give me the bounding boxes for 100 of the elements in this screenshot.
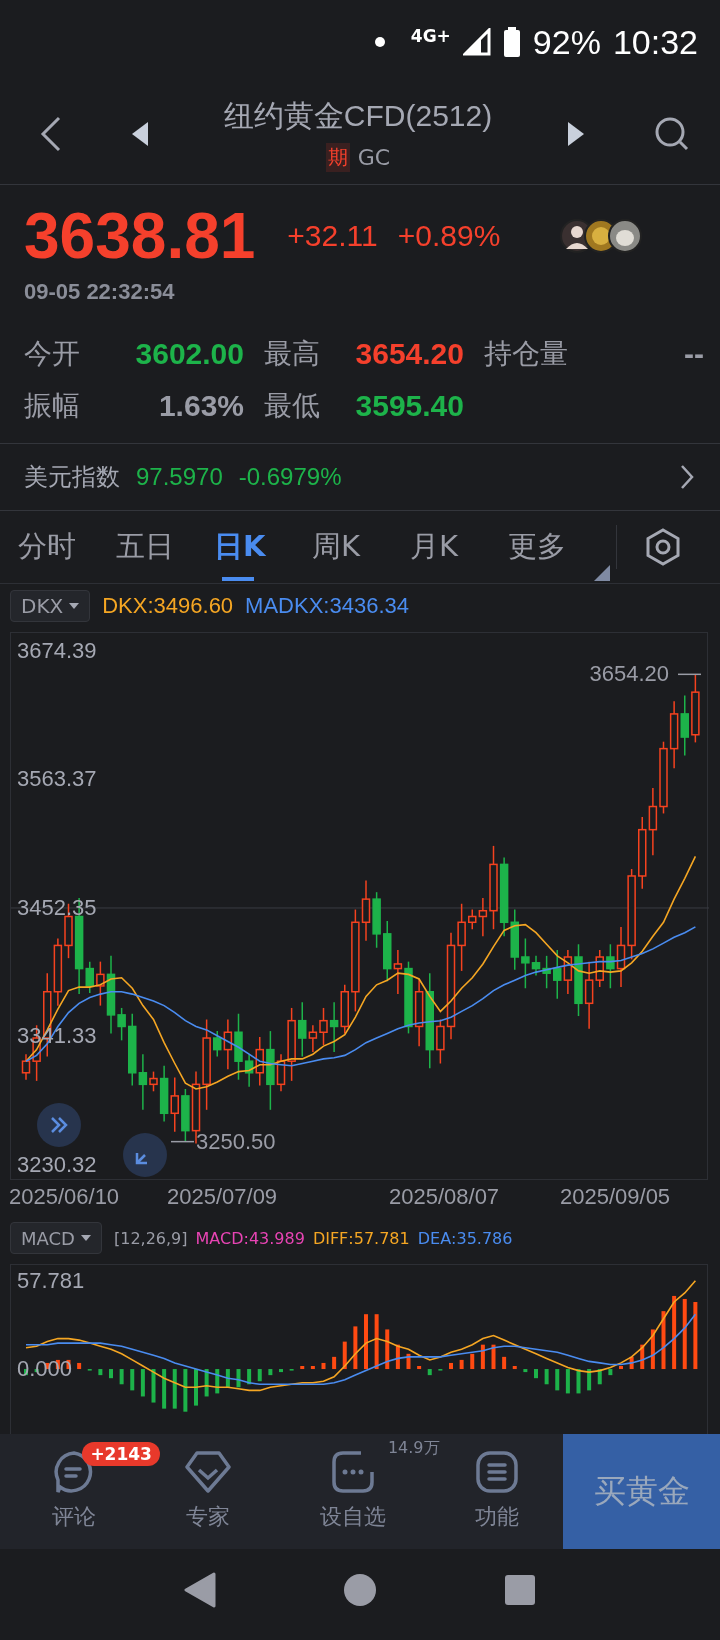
toolbar-button[interactable]: 设自选	[319, 1434, 386, 1549]
battery-percent: 92%	[532, 22, 601, 62]
candlestick	[531, 955, 541, 977]
toolbar-button[interactable]: 专家	[185, 1434, 232, 1549]
bar	[523, 1369, 528, 1373]
candlestick	[648, 787, 658, 856]
candlestick	[96, 960, 105, 1007]
expand-button[interactable]	[123, 1133, 167, 1177]
chart-tab[interactable]: 周K	[312, 511, 410, 583]
stat-value: 3595.40	[355, 389, 464, 423]
bar	[353, 1326, 358, 1370]
bar	[109, 1369, 113, 1379]
bar	[364, 1314, 368, 1370]
next-icon[interactable]	[568, 122, 584, 146]
chart-tab[interactable]: 分时	[18, 511, 116, 583]
bar	[565, 1369, 570, 1394]
candlestick	[457, 903, 466, 972]
bar	[257, 1369, 262, 1382]
bar	[449, 1362, 453, 1370]
candlestick	[244, 1053, 254, 1088]
bar	[576, 1369, 581, 1394]
bar	[300, 1366, 305, 1370]
axis-label: 57.781	[17, 1268, 85, 1294]
bar	[342, 1341, 347, 1370]
candlestick	[213, 1030, 222, 1058]
candlestick	[85, 960, 94, 994]
bar	[417, 1366, 422, 1370]
bar	[385, 1329, 390, 1370]
diamond-icon	[185, 1450, 232, 1494]
legend-value: :3496.60	[147, 593, 234, 619]
stat-value: 3654.20	[355, 337, 464, 371]
bar	[98, 1369, 103, 1376]
legend-value: :3436.34	[323, 593, 409, 619]
instrument-code: GC	[357, 145, 391, 170]
candlestick	[680, 694, 689, 757]
bar	[194, 1369, 198, 1406]
notification-dot	[374, 37, 385, 47]
caret-icon	[69, 603, 80, 609]
candlestick	[138, 1053, 148, 1111]
bar	[130, 1369, 135, 1391]
legend-name: DIFF	[312, 1228, 349, 1248]
chart-tab[interactable]: 月K	[410, 511, 508, 583]
search-icon[interactable]	[654, 116, 690, 152]
price-change: +32.11	[287, 219, 378, 253]
fast-forward-button[interactable]	[37, 1103, 81, 1147]
leader-line	[170, 1140, 195, 1143]
bar	[544, 1369, 549, 1385]
instrument-title: 纽约黄金CFD(2512)	[223, 98, 493, 134]
bar	[470, 1353, 475, 1370]
candlestick	[436, 1018, 445, 1065]
settings-icon[interactable]	[645, 528, 681, 566]
date-label: 2025/08/07	[389, 1184, 500, 1210]
bar	[151, 1369, 156, 1403]
stat-label: 最低	[264, 388, 320, 424]
recents-nav-icon[interactable]	[504, 1573, 537, 1606]
avatars-drawing[interactable]	[560, 219, 642, 253]
candlestick	[553, 949, 562, 1000]
stat-label: 今开	[24, 336, 80, 372]
home-nav-icon[interactable]	[343, 1572, 377, 1607]
menu-icon	[474, 1450, 519, 1494]
indicator-params: [12,26,9]	[113, 1228, 188, 1248]
indicator-dropdown[interactable]: DKX	[10, 590, 91, 622]
toolbar-button[interactable]: 功能	[474, 1434, 519, 1549]
legend-value: :57.781	[348, 1228, 410, 1248]
candlestick	[329, 1001, 339, 1053]
candlestick	[361, 879, 371, 942]
bar	[534, 1369, 538, 1379]
date-label: 2025/07/09	[167, 1184, 278, 1210]
bar	[183, 1369, 188, 1412]
candlestick	[21, 1053, 31, 1081]
bar	[332, 1356, 337, 1370]
quote-time: 09-05 22:32:54	[24, 279, 176, 305]
bar	[555, 1369, 560, 1391]
candlestick	[308, 1024, 318, 1053]
clock: 10:32	[612, 22, 698, 62]
candlestick	[149, 1070, 158, 1093]
percent-change: +0.89%	[397, 219, 501, 253]
bar	[427, 1369, 432, 1376]
stat-label: 振幅	[24, 388, 80, 424]
chart-tab[interactable]: 更多	[508, 511, 606, 583]
futures-badge: 期	[325, 143, 350, 172]
bar	[491, 1344, 496, 1370]
legend-name: MADKX	[245, 593, 324, 619]
indicator-dropdown[interactable]: MACD	[10, 1222, 102, 1254]
last-price: 3638.81	[24, 199, 256, 273]
previous-icon[interactable]	[132, 122, 148, 146]
bar	[672, 1295, 677, 1370]
candlestick	[393, 949, 403, 995]
candlestick	[521, 937, 530, 990]
stat-label: 最高	[264, 336, 320, 372]
back-icon[interactable]	[40, 116, 62, 152]
back-nav-icon[interactable]	[183, 1571, 216, 1608]
chart-tab[interactable]: 五日	[116, 511, 214, 583]
stat-value: 3602.00	[135, 337, 244, 371]
stat-value: --	[684, 337, 704, 371]
low-price-label: 3250.50	[196, 1128, 276, 1155]
bar	[77, 1362, 82, 1370]
follower-count: 14.9万	[387, 1438, 440, 1459]
bar	[661, 1311, 666, 1370]
bar	[512, 1366, 517, 1370]
